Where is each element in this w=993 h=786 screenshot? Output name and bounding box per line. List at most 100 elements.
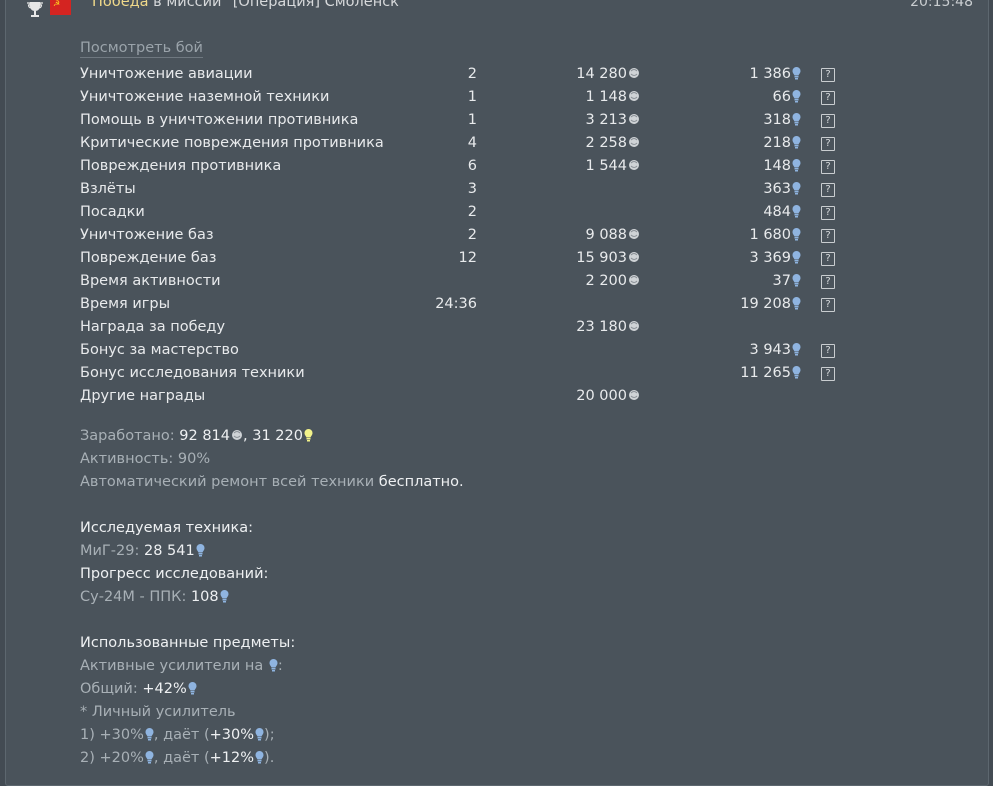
progress-vehicle: Су-24М - ППК: [80,589,191,605]
research-points-icon [792,89,801,103]
personal-booster-note: * Личный усилитель [80,704,236,720]
reward-rp: 11 265 [740,363,801,383]
reward-sl: 23 180 [576,317,640,337]
reward-count: 2 [467,204,477,220]
reward-label: Время активности [80,273,221,289]
research-points-icon [188,680,197,695]
help-icon[interactable]: ? [821,68,835,82]
reward-count: 6 [467,158,477,174]
research-points-icon [792,296,801,310]
reward-row: Уничтожение наземной техники 1 1 148 66? [80,87,860,110]
earned-line: Заработано: 92 814, 31 220 [80,425,464,448]
mission-name: в миссии "[Операция] Смоленск" [148,0,406,10]
reward-sl: 1 148 [585,87,640,107]
help-icon[interactable]: ? [821,91,835,105]
researched-title: Исследуемая техника: [80,520,254,536]
reward-sl-value: 1 544 [585,158,627,174]
reward-row: Бонус исследования техники 11 265? [80,363,860,386]
reward-row: Посадки 2 484? [80,202,860,225]
reward-rp: 218 [763,133,801,153]
battle-summary: Заработано: 92 814, 31 220 Активность: 9… [80,425,464,770]
reward-rp: 66 [773,87,801,107]
help-icon[interactable]: ? [821,160,835,174]
reward-sl: 20 000 [576,386,640,406]
reward-label: Помощь в уничтожении противника [80,112,359,128]
message-timestamp: 20:15:48 [910,0,973,10]
silver-lions-icon [628,88,640,101]
silver-lions-icon [231,426,243,440]
reward-sl-value: 14 280 [576,66,627,82]
help-icon[interactable]: ? [821,137,835,151]
reward-sl-value: 23 180 [576,319,627,335]
reward-sl: 14 280 [576,64,640,84]
reward-sl-value: 15 903 [576,250,627,266]
help-icon[interactable]: ? [821,114,835,128]
reward-sl-value: 20 000 [576,388,627,404]
reward-count: 3 [467,181,477,197]
reward-count: 2 [467,227,477,243]
booster-1-mid: , даёт ( [153,727,210,743]
help-icon[interactable]: ? [821,344,835,358]
help-icon[interactable]: ? [821,206,835,220]
researched-rp-value: 28 541 [143,543,195,559]
reward-row: Время активности 2 200 37? [80,271,860,294]
research-points-icon [792,273,801,287]
progress-title: Прогресс исследований: [80,566,269,582]
reward-sl-value: 2 258 [585,135,627,151]
trophy-icon [26,2,44,18]
help-icon[interactable]: ? [821,275,835,289]
progress-line: Су-24М - ППК: 108 [80,586,464,609]
reward-label: Бонус за мастерство [80,342,239,358]
silver-lions-icon [628,111,640,124]
reward-rp-value: 148 [763,158,791,174]
silver-lions-icon [628,272,640,285]
reward-row: Время игры 24:36 19 208? [80,294,860,317]
reward-rp: 3 369 [749,248,801,268]
research-points-icon [792,342,801,356]
reward-label: Критические повреждения противника [80,135,384,151]
silver-lions-icon [628,134,640,147]
reward-label: Награда за победу [80,319,226,335]
reward-rp: 318 [763,110,801,130]
reward-row: Повреждения противника 6 1 544 148? [80,156,860,179]
reward-count: 4 [467,135,477,151]
reward-sl-value: 9 088 [585,227,627,243]
earned-separator: , [243,428,253,444]
reward-label: Бонус исследования техники [80,365,305,381]
earned-sl-value: 92 814 [179,428,231,444]
view-battle-link[interactable]: Посмотреть бой [80,40,203,58]
silver-lions-icon [628,249,640,262]
booster-1-line: 1) +30% , даёт (+30%); [80,724,464,747]
battle-log-window: ☭ Победа в миссии "[Операция] Смоленск" … [0,0,993,786]
reward-rp-value: 19 208 [740,296,791,312]
reward-label: Уничтожение баз [80,227,214,243]
total-booster-line: Общий: +42% [80,678,464,701]
total-booster-label: Общий: [80,681,143,697]
booster-1-percent: 1) +30% [80,727,144,743]
research-points-icon [269,657,278,672]
reward-sl-value: 3 213 [585,112,627,128]
earned-rp-value: 31 220 [252,428,303,444]
reward-rp-value: 1 386 [749,66,791,82]
help-icon[interactable]: ? [821,183,835,197]
reward-count: 1 [467,112,477,128]
boosters-label: Активные усилители на [80,658,268,674]
help-icon[interactable]: ? [821,367,835,381]
help-icon[interactable]: ? [821,229,835,243]
reward-label: Взлёты [80,181,136,197]
research-points-icon [304,427,313,442]
reward-row: Другие награды 20 000 [80,386,860,409]
reward-rp-value: 1 680 [749,227,791,243]
research-points-icon [792,66,801,80]
silver-lions-icon [628,65,640,78]
help-icon[interactable]: ? [821,298,835,312]
silver-lions-icon [628,157,640,170]
researched-line: МиГ-29: 28 541 [80,540,464,563]
reward-sl: 3 213 [585,110,640,130]
silver-lions-icon [628,318,640,331]
help-icon[interactable]: ? [821,252,835,266]
reward-count: 1 [467,89,477,105]
reward-row: Награда за победу 23 180 [80,317,860,340]
earned-label: Заработано: [80,428,180,444]
items-title: Использованные предметы: [80,635,296,651]
